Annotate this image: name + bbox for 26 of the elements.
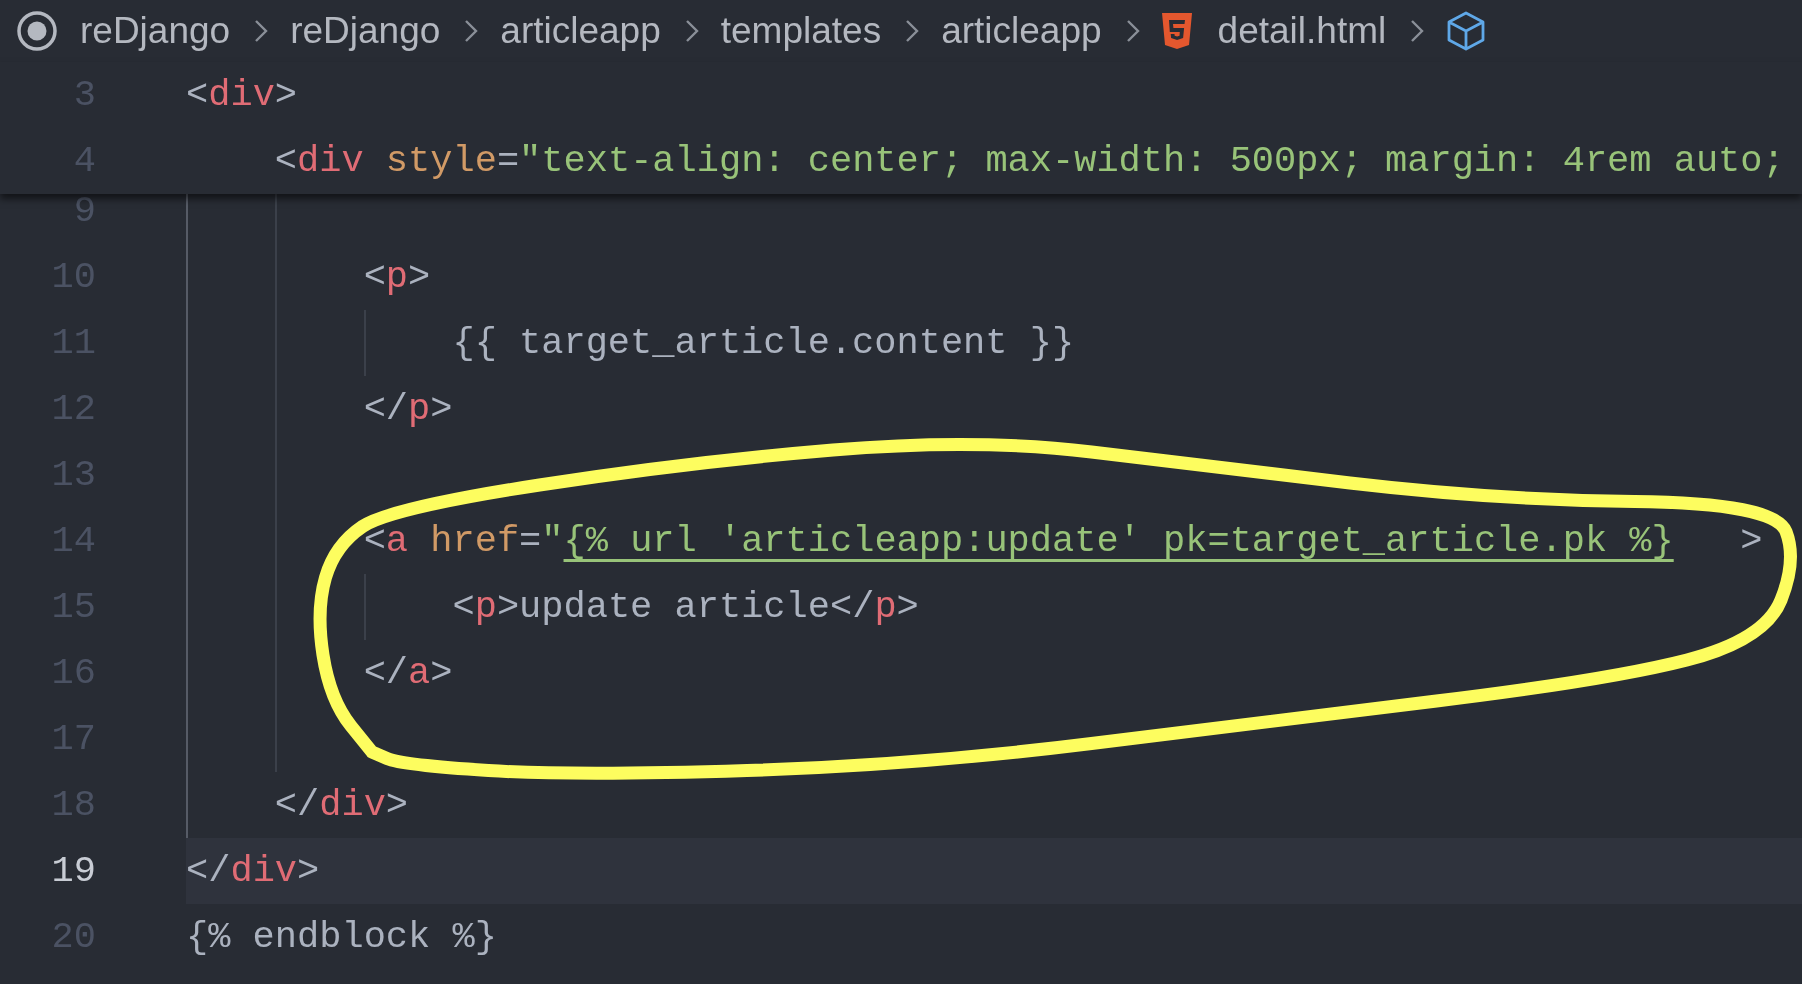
code-line: <p>update article</p>: [452, 586, 919, 628]
html5-icon: [1159, 12, 1194, 50]
chevron-icon: [1125, 19, 1140, 43]
breadcrumb-item[interactable]: articleapp: [939, 10, 1104, 52]
code-line: {{ target_article.content }}: [452, 322, 1075, 364]
breadcrumb-item[interactable]: detail.html: [1215, 10, 1389, 52]
chevron-icon: [254, 19, 269, 43]
code-line: </p>: [363, 388, 453, 430]
chevron-icon: [1410, 19, 1425, 43]
breadcrumb-item[interactable]: articleapp: [498, 10, 663, 52]
chevron-icon: [905, 19, 920, 43]
code-line: </div>: [186, 850, 320, 892]
code-line: <a href="{% url 'articleapp:update' pk=target_article.pk %} >: [363, 520, 1763, 562]
code-line: <div>: [186, 74, 298, 116]
line-number: 19: [50, 850, 96, 892]
code-line: </a>: [363, 652, 453, 694]
code-line: {% endblock %}: [186, 916, 497, 958]
code-line: <div style="text-align: center; max-width: 500px; margin: 4rem auto;: [274, 140, 1785, 182]
target-icon: [16, 10, 58, 52]
chevron-icon: [464, 19, 479, 43]
breadcrumb-item[interactable]: templates: [718, 10, 884, 52]
chevron-icon: [684, 19, 699, 43]
code-line: <p>: [363, 256, 431, 298]
breadcrumb-item[interactable]: reDjango: [78, 10, 233, 52]
code-line: </div>: [274, 784, 409, 826]
breadcrumb-item[interactable]: reDjango: [288, 10, 443, 52]
